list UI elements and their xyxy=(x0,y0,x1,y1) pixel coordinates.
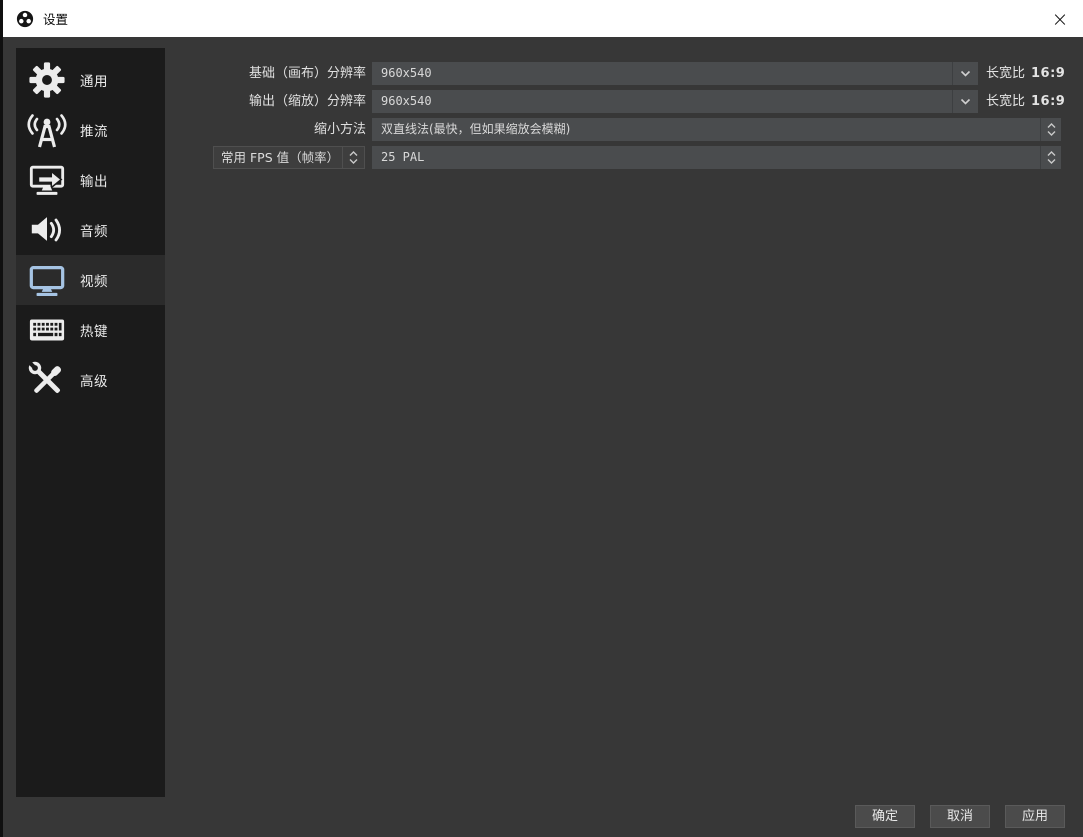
apply-button[interactable]: 应用 xyxy=(1005,805,1065,828)
keyboard-icon xyxy=(24,309,70,351)
aspect-ratio-label: 长宽比 xyxy=(986,94,1025,109)
aspect-ratio-value: 16:9 xyxy=(1031,66,1065,81)
base-resolution-combobox[interactable]: 960x540 xyxy=(372,62,978,85)
screen-edge-strip xyxy=(0,0,3,837)
fps-value: 25 PAL xyxy=(381,146,1031,169)
sidebar-item-label: 通用 xyxy=(80,70,108,90)
sidebar-item-video[interactable]: 视频 xyxy=(16,255,165,305)
sidebar-item-label: 输出 xyxy=(80,170,108,190)
spinner-arrows-icon[interactable] xyxy=(1040,146,1061,169)
spinner-arrows-icon[interactable] xyxy=(1040,118,1061,141)
window-title: 设置 xyxy=(43,9,68,28)
base-aspect-ratio: 长宽比 16:9 xyxy=(986,62,1065,85)
chevron-down-icon[interactable] xyxy=(952,62,978,85)
settings-sidebar: 通用 推流 xyxy=(16,48,165,797)
titlebar[interactable]: 设置 × xyxy=(3,0,1083,37)
cancel-button[interactable]: 取消 xyxy=(930,805,990,828)
output-resolution-label: 输出（缩放）分辨率 xyxy=(170,90,366,113)
downscale-filter-label: 缩小方法 xyxy=(170,118,366,141)
speaker-icon xyxy=(24,209,70,251)
sidebar-item-label: 推流 xyxy=(80,120,108,140)
sidebar-item-output[interactable]: 输出 xyxy=(16,155,165,205)
base-resolution-value: 960x540 xyxy=(381,62,948,85)
output-aspect-ratio: 长宽比 16:9 xyxy=(986,90,1065,113)
aspect-ratio-label: 长宽比 xyxy=(986,66,1025,81)
output-resolution-value: 960x540 xyxy=(381,90,948,113)
ok-button[interactable]: 确定 xyxy=(855,805,915,828)
sidebar-item-label: 音频 xyxy=(80,220,108,240)
sidebar-item-general[interactable]: 通用 xyxy=(16,55,165,105)
gear-icon xyxy=(24,59,70,101)
sidebar-item-label: 高级 xyxy=(80,370,108,390)
close-icon[interactable]: × xyxy=(1037,0,1083,37)
sidebar-item-advanced[interactable]: 高级 xyxy=(16,355,165,405)
spinner-arrows-icon[interactable] xyxy=(342,147,364,168)
sidebar-item-hotkeys[interactable]: 热键 xyxy=(16,305,165,355)
monitor-arrow-icon xyxy=(24,159,70,201)
obs-logo-icon xyxy=(16,10,34,28)
monitor-icon xyxy=(24,259,70,301)
sidebar-item-audio[interactable]: 音频 xyxy=(16,205,165,255)
output-resolution-combobox[interactable]: 960x540 xyxy=(372,90,978,113)
sidebar-item-label: 热键 xyxy=(80,320,108,340)
downscale-filter-combobox[interactable]: 双直线法(最快，但如果缩放会模糊) xyxy=(372,118,1061,141)
aspect-ratio-value: 16:9 xyxy=(1031,94,1065,109)
fps-value-combobox[interactable]: 25 PAL xyxy=(372,146,1061,169)
tools-icon xyxy=(24,359,70,401)
downscale-filter-value: 双直线法(最快，但如果缩放会模糊) xyxy=(381,118,1031,141)
fps-type-label: 常用 FPS 值（帧率） xyxy=(221,147,339,168)
broadcast-antenna-icon xyxy=(24,109,70,151)
sidebar-item-label: 视频 xyxy=(80,270,108,290)
chevron-down-icon[interactable] xyxy=(952,90,978,113)
base-resolution-label: 基础（画布）分辨率 xyxy=(170,62,366,85)
sidebar-item-stream[interactable]: 推流 xyxy=(16,105,165,155)
fps-type-combobox[interactable]: 常用 FPS 值（帧率） xyxy=(213,146,365,169)
